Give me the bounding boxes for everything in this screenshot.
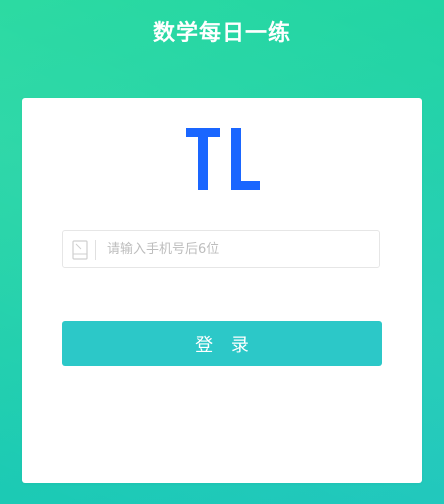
- field-divider: [95, 240, 96, 260]
- app-title: 数学每日一练: [152, 21, 291, 46]
- login-button[interactable]: 登 录: [62, 321, 382, 366]
- phone-input[interactable]: [107, 231, 367, 267]
- ti-logo-icon: [186, 128, 260, 190]
- phone-field[interactable]: [62, 230, 380, 268]
- phone-icon: [72, 240, 88, 260]
- login-card: 登 录: [22, 98, 422, 483]
